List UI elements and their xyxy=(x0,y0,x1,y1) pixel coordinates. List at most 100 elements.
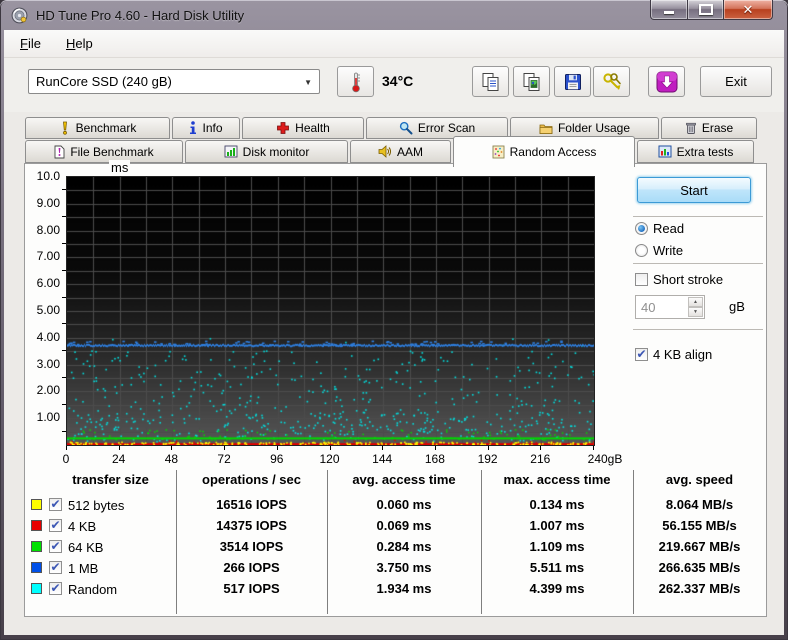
y-tick-label: 9.00 xyxy=(36,195,60,210)
copy-text-icon xyxy=(482,72,498,91)
write-label: Write xyxy=(653,243,684,258)
legend-color-1mb xyxy=(31,562,42,573)
tab-erase[interactable]: Erase xyxy=(661,117,757,139)
copy-text-button[interactable] xyxy=(472,66,509,97)
minimize-button[interactable] xyxy=(650,0,688,20)
maximize-button[interactable] xyxy=(688,0,724,20)
x-tick-label: 144 xyxy=(372,452,393,466)
row-checkbox-512b[interactable]: ✔ xyxy=(49,498,62,511)
y-axis-tick xyxy=(62,269,66,271)
avg-speed-value: 219.667 MB/s xyxy=(658,539,741,554)
toolbar: RunCore SSD (240 gB) ▼ 34°C Exit xyxy=(4,58,784,112)
x-tick-label: 240gB xyxy=(587,452,623,466)
read-option[interactable]: Read xyxy=(635,221,684,236)
tab-label: Benchmark xyxy=(75,121,137,135)
avg-access-value: 0.060 ms xyxy=(376,497,432,512)
x-tick-label: 24 xyxy=(112,452,126,466)
start-button[interactable]: Start xyxy=(637,177,751,203)
align-label: 4 KB align xyxy=(653,347,713,362)
row-checkbox-4kb[interactable]: ✔ xyxy=(49,519,62,532)
trash-icon xyxy=(685,122,696,134)
spinner-down-button[interactable]: ▼ xyxy=(688,307,703,317)
y-axis-unit-label: ms xyxy=(109,160,131,175)
exit-button[interactable]: Exit xyxy=(700,66,772,97)
write-radio[interactable] xyxy=(635,244,648,257)
copy-image-button[interactable] xyxy=(513,66,550,97)
save-button[interactable] xyxy=(554,66,591,97)
short-stroke-checkbox[interactable] xyxy=(635,273,648,286)
separator xyxy=(633,329,763,330)
tab-random-access[interactable]: Random Access xyxy=(453,136,635,167)
mini-chart-icon xyxy=(658,145,672,158)
x-tick-label: 168 xyxy=(424,452,445,466)
tab-benchmark[interactable]: Benchmark xyxy=(25,117,170,139)
stroke-size-value: 40 xyxy=(641,300,656,315)
max-access-value: 5.511 ms xyxy=(529,560,585,575)
max-access-value: 1.007 ms xyxy=(529,518,585,533)
avg-access-value: 0.069 ms xyxy=(376,518,432,533)
menu-file[interactable]: File xyxy=(14,34,47,53)
random-access-panel: ms 10.0 9.00 8.00 7.00 6.00 5.00 4.00 3.00 2.00 1… xyxy=(24,160,767,617)
options-button[interactable] xyxy=(593,66,630,97)
transfer-size-label: 64 KB xyxy=(68,540,104,555)
x-tick-label: 120 xyxy=(319,452,340,466)
tab-label: Folder Usage xyxy=(557,121,631,135)
read-label: Read xyxy=(653,221,685,236)
short-stroke-label: Short stroke xyxy=(653,272,724,287)
copy-image-icon xyxy=(523,72,539,91)
check-icon: ✔ xyxy=(50,559,61,574)
x-tick-label: 96 xyxy=(270,452,284,466)
x-tick-label: 192 xyxy=(477,452,498,466)
chevron-down-icon: ▼ xyxy=(304,78,312,87)
max-access-value: 0.134 ms xyxy=(529,497,585,512)
spinner-up-button[interactable]: ▲ xyxy=(688,297,703,307)
column-header-operations: operations / sec xyxy=(202,472,301,487)
radio-selected-dot xyxy=(638,225,645,232)
tab-info[interactable]: Info xyxy=(172,117,240,139)
close-button[interactable]: ✕ xyxy=(724,0,773,20)
max-access-value: 1.109 ms xyxy=(529,539,585,554)
column-header-transfer-size: transfer size xyxy=(72,472,149,487)
folder-icon xyxy=(539,124,553,134)
menu-help[interactable]: Help xyxy=(60,34,99,53)
y-axis-tick xyxy=(62,377,66,378)
align-checkbox[interactable]: ✔ xyxy=(635,348,648,361)
tab-disk-monitor[interactable]: Disk monitor xyxy=(185,140,348,163)
tab-aam[interactable]: AAM xyxy=(350,140,451,163)
update-button[interactable] xyxy=(648,66,685,97)
read-radio[interactable] xyxy=(635,222,648,235)
stroke-size-spinner[interactable]: 40 ▲ ▼ xyxy=(635,295,705,319)
x-tick-label: 72 xyxy=(217,452,231,466)
tab-label: Extra tests xyxy=(676,144,734,159)
tab-row-2: File Benchmark Disk monitor AAM Random A… xyxy=(25,136,756,167)
align-option[interactable]: ✔ 4 KB align xyxy=(635,347,712,362)
tab-label: AAM xyxy=(396,144,423,159)
download-arrow-icon xyxy=(656,71,677,92)
tab-extra-tests[interactable]: Extra tests xyxy=(637,140,754,163)
tab-health[interactable]: Health xyxy=(242,117,364,139)
tab-label: Error Scan xyxy=(417,121,476,135)
x-axis-tick xyxy=(382,446,384,450)
legend-color-random xyxy=(31,583,42,594)
temperature-button[interactable] xyxy=(337,66,374,97)
x-axis-tick xyxy=(593,446,594,450)
transfer-size-label: 512 bytes xyxy=(68,498,125,513)
tab-file-benchmark[interactable]: File Benchmark xyxy=(25,140,183,163)
row-checkbox-1mb[interactable]: ✔ xyxy=(49,561,62,574)
save-icon xyxy=(564,73,581,90)
x-axis-tick xyxy=(66,446,67,450)
transfer-size-label: Random xyxy=(68,582,118,597)
column-header-max-access: max. access time xyxy=(503,472,611,487)
speaker-icon xyxy=(378,145,391,158)
stroke-unit-label: gB xyxy=(729,299,745,314)
short-stroke-option[interactable]: Short stroke xyxy=(635,272,723,287)
y-tick-label: 1.00 xyxy=(36,410,60,425)
y-tick-label: 5.00 xyxy=(36,303,60,317)
write-option[interactable]: Write xyxy=(635,243,683,258)
y-axis-tick xyxy=(62,189,66,191)
window-controls: ✕ xyxy=(650,0,773,20)
menu-bar: File Help xyxy=(4,30,784,58)
row-checkbox-64kb[interactable]: ✔ xyxy=(49,540,62,553)
row-checkbox-random[interactable]: ✔ xyxy=(49,582,62,595)
drive-select-dropdown[interactable]: RunCore SSD (240 gB) ▼ xyxy=(28,69,320,94)
